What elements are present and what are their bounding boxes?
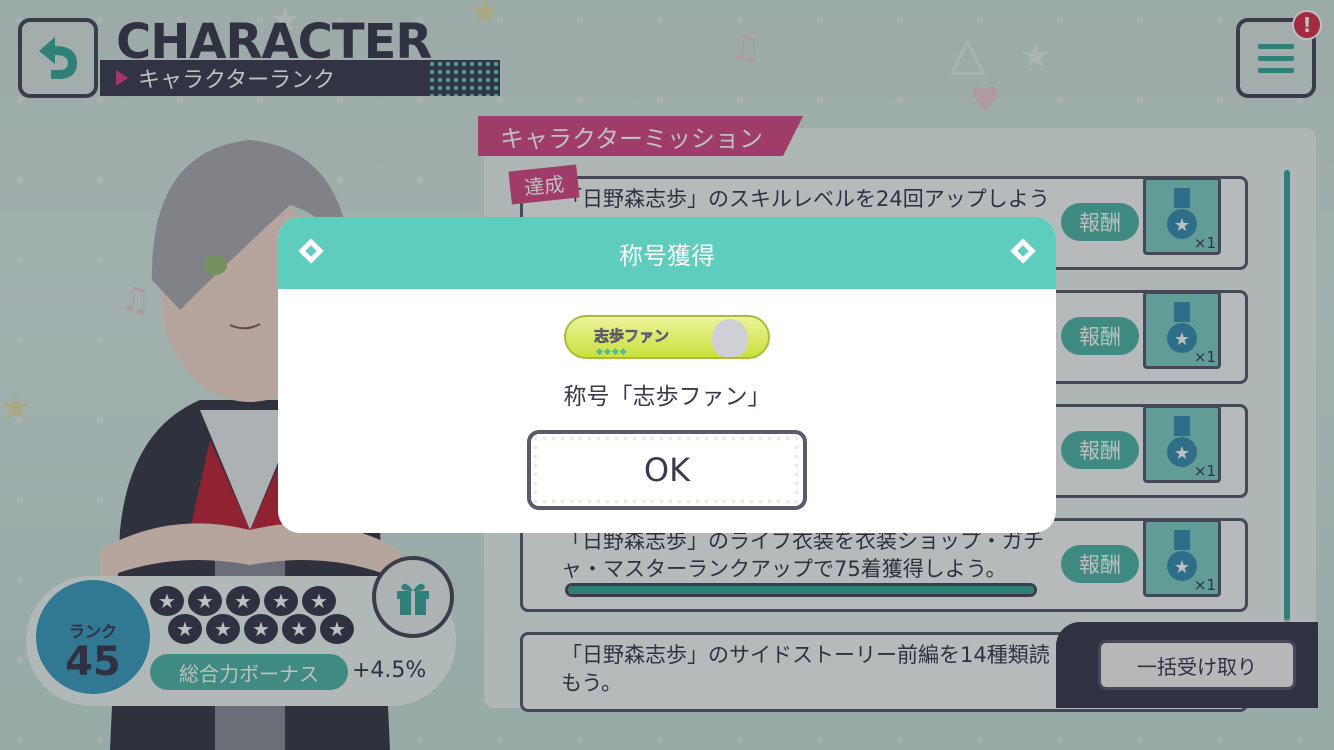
ok-button[interactable]: OK	[527, 430, 807, 510]
dialog-caption: 称号「志歩ファン」	[563, 384, 771, 410]
diamond-icon	[1010, 238, 1036, 264]
badge-diamonds: ◆◆◆◆	[596, 347, 628, 357]
dialog-header: 称号獲得	[278, 217, 1056, 289]
title-acquired-dialog: 称号獲得 志歩ファン ◆◆◆◆ 称号「志歩ファン」 OK	[278, 217, 1056, 533]
title-badge: 志歩ファン ◆◆◆◆	[564, 315, 770, 359]
dialog-title: 称号獲得	[619, 241, 715, 270]
ok-label: OK	[643, 451, 691, 489]
character-chibi-icon	[712, 319, 748, 357]
diamond-icon	[298, 238, 324, 264]
badge-text: 志歩ファン	[594, 327, 670, 346]
